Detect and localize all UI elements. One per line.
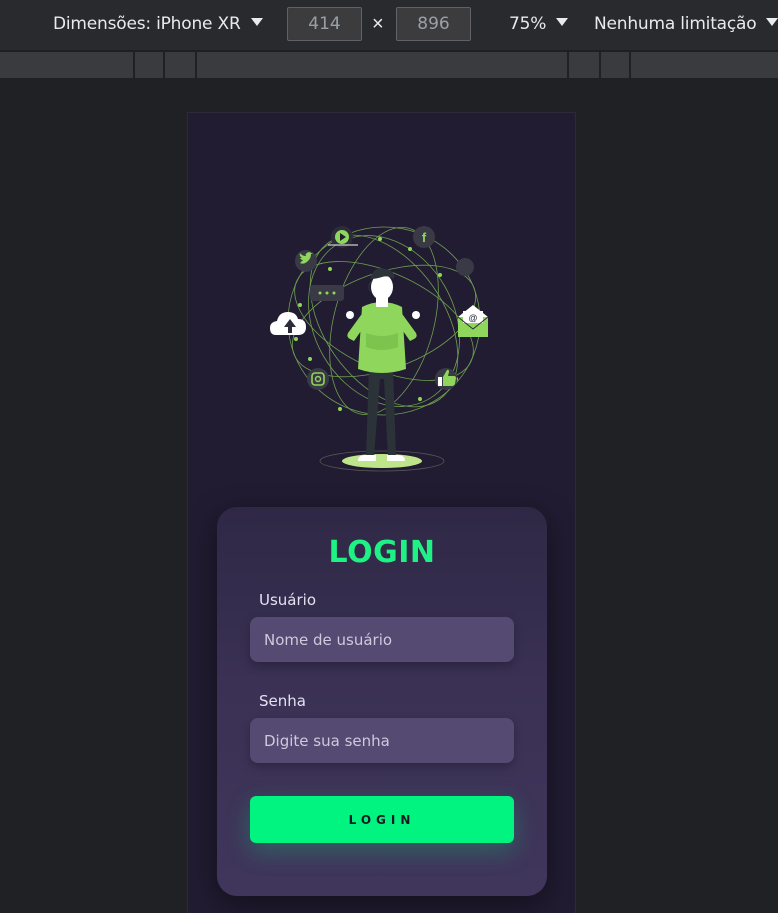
throttling-dropdown[interactable]: Nenhuma limitação: [594, 14, 778, 34]
social-media-illustration: f @: [270, 226, 489, 472]
chat-icon: [310, 285, 344, 301]
media-query-segment[interactable]: [163, 52, 195, 78]
thumbs-up-icon: [435, 368, 457, 390]
device-dimensions-dropdown[interactable]: Dimensões: iPhone XR: [53, 14, 263, 34]
chevron-down-icon: [766, 18, 778, 26]
device-toolbar: Dimensões: iPhone XR 414 × 896 75% Nenhu…: [0, 0, 778, 50]
password-label: Senha: [259, 692, 306, 710]
media-query-bar: [0, 50, 778, 78]
width-input[interactable]: 414: [287, 7, 362, 41]
media-query-segment[interactable]: [0, 52, 133, 78]
height-input[interactable]: 896: [396, 7, 471, 41]
media-query-segment[interactable]: [599, 52, 629, 78]
login-title: LOGIN: [328, 535, 436, 570]
password-input[interactable]: [250, 718, 514, 763]
globe-icon: [456, 258, 474, 276]
throttling-label: Nenhuma limitação: [594, 14, 757, 34]
username-input[interactable]: [250, 617, 514, 662]
chevron-down-icon: [250, 18, 263, 26]
twitter-icon: [295, 250, 317, 272]
times-symbol: ×: [372, 13, 384, 35]
cloud-upload-icon: [270, 312, 306, 335]
device-viewport: f @ LOGIN Usuário Nome de usuário Senha …: [187, 112, 576, 913]
svg-text:f: f: [422, 230, 427, 245]
zoom-label: 75%: [509, 14, 547, 34]
instagram-icon: [307, 368, 329, 390]
svg-text:@: @: [468, 313, 477, 323]
login-button[interactable]: LOGIN: [250, 796, 514, 843]
zoom-dropdown[interactable]: 75%: [509, 14, 569, 34]
media-query-segment[interactable]: [195, 52, 567, 78]
media-query-segment[interactable]: [133, 52, 163, 78]
login-card: LOGIN Usuário Senha LOGIN: [217, 507, 547, 896]
media-query-segment[interactable]: [629, 52, 778, 78]
email-icon: @: [457, 305, 489, 337]
device-dimensions-label: Dimensões: iPhone XR: [53, 14, 241, 34]
media-query-segment[interactable]: [567, 52, 599, 78]
username-label: Usuário: [259, 591, 317, 609]
chevron-down-icon: [556, 18, 569, 26]
facebook-icon: f: [413, 226, 435, 248]
